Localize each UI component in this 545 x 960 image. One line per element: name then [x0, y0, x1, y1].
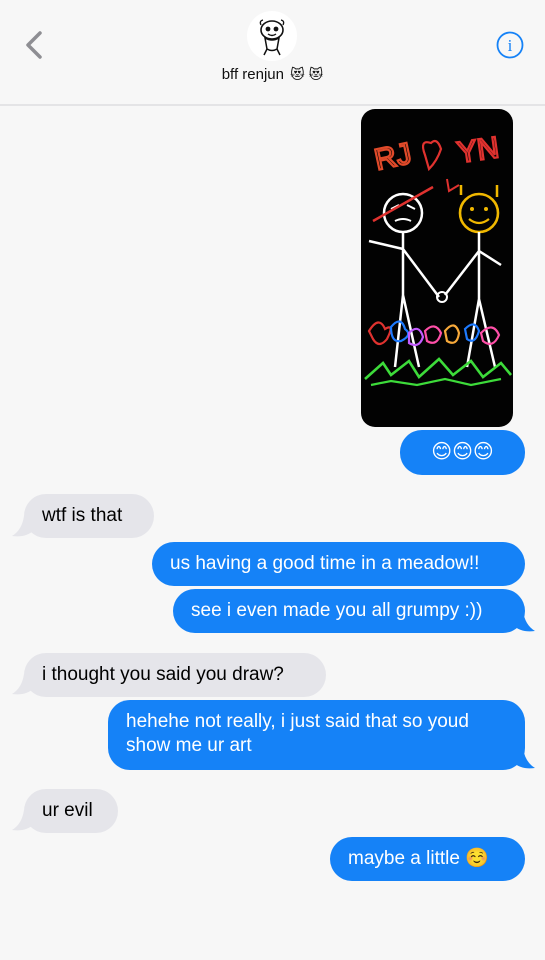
message-text: see i even made you all grumpy :)) [191, 600, 483, 621]
message-received[interactable]: i thought you said you draw? [24, 653, 326, 697]
stick-figure-drawing: RJ YN [364, 130, 512, 387]
message-text: us having a good time in a meadow!! [170, 553, 480, 574]
message-sent[interactable]: 😊😊😊 [400, 430, 525, 475]
bubble-tail [513, 748, 535, 769]
conversation-header: bff renjun 😻 😻 i [0, 0, 545, 106]
drawing-label-left: RJ [372, 137, 415, 177]
message-text: ur evil [42, 800, 93, 821]
contact-name[interactable]: bff renjun 😻 😻 [0, 66, 545, 83]
message-text: wtf is that [42, 505, 123, 526]
message-text: maybe a little ☺️ [348, 848, 489, 869]
avatar[interactable] [247, 11, 297, 61]
message-text: hehehe not really, i just said that so y… [126, 711, 469, 756]
drawing-label-right: YN [455, 131, 501, 169]
message-received[interactable]: ur evil [24, 789, 118, 833]
sticker-avatar-icon [259, 19, 285, 56]
drawing-image-message[interactable]: RJ YN [361, 109, 513, 427]
message-text: 😊😊😊 [431, 441, 494, 463]
contact-name-text: bff renjun [221, 66, 284, 83]
bubble-tail [513, 611, 535, 632]
message-text: i thought you said you draw? [42, 664, 284, 685]
contact-emoji: 😻 😻 [290, 66, 324, 82]
info-circle-icon[interactable]: i [496, 31, 524, 59]
message-sent[interactable]: maybe a little ☺️ [330, 837, 525, 881]
chevron-left-icon[interactable] [20, 28, 50, 62]
message-sent[interactable]: hehehe not really, i just said that so y… [108, 700, 525, 770]
message-sent[interactable]: us having a good time in a meadow!! [152, 542, 525, 586]
message-sent[interactable]: see i even made you all grumpy :)) [173, 589, 525, 633]
info-label: i [508, 36, 513, 55]
message-received[interactable]: wtf is that [24, 494, 154, 538]
